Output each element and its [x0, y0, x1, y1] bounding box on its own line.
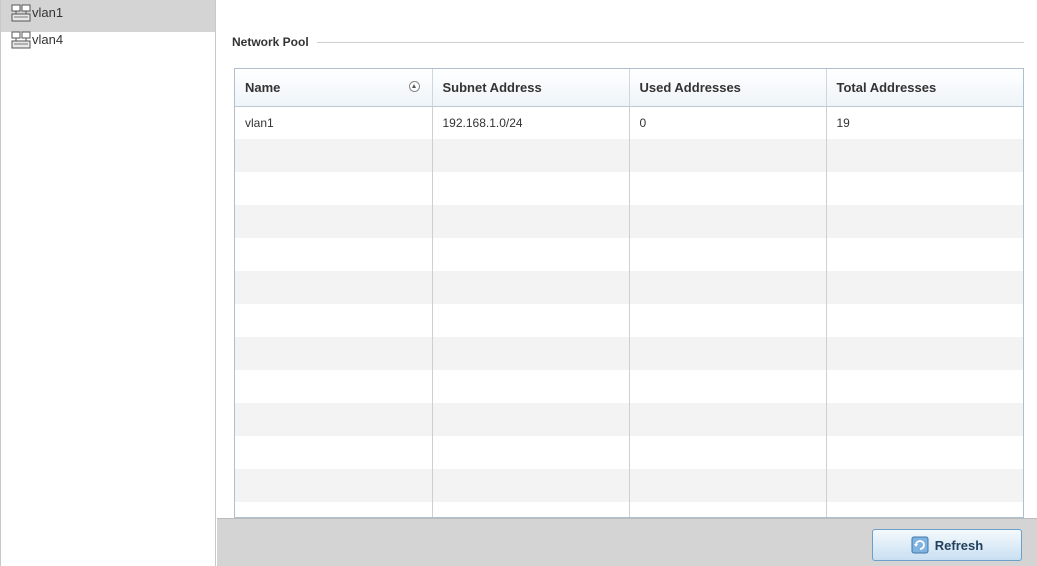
refresh-icon	[911, 536, 929, 554]
cell-used-addresses: 0	[629, 106, 827, 139]
empty-row	[235, 403, 1023, 436]
sidebar-item-vlan4[interactable]: vlan4	[1, 27, 215, 59]
cell-total-addresses: 19	[836, 115, 850, 130]
network-icon	[11, 31, 31, 49]
footer-bar: Refresh	[217, 518, 1037, 566]
empty-row	[235, 469, 1023, 502]
empty-row	[235, 436, 1023, 469]
empty-row	[235, 172, 1023, 205]
main-panel: Network Pool Name Subnet Address Used Ad…	[217, 0, 1037, 566]
empty-row	[235, 271, 1023, 304]
empty-row	[235, 370, 1023, 403]
cell-name: vlan1	[235, 106, 433, 139]
sort-ascending-icon[interactable]	[408, 81, 420, 92]
group-title: Network Pool	[232, 35, 309, 49]
network-pool-group: Network Pool	[232, 33, 1024, 51]
empty-row	[235, 304, 1023, 337]
column-header-used-addresses[interactable]: Used Addresses	[629, 69, 827, 107]
table-row[interactable]: vlan1 192.168.1.0/24 0 19	[235, 106, 1023, 139]
refresh-button[interactable]: Refresh	[872, 529, 1022, 561]
network-pool-table: Name Subnet Address Used Addresses Total…	[234, 68, 1024, 518]
empty-row	[235, 502, 1023, 517]
sidebar-item-label: vlan1	[32, 5, 64, 20]
column-header-total-addresses[interactable]: Total Addresses	[826, 69, 1023, 107]
column-header-name[interactable]: Name	[235, 69, 433, 107]
refresh-label: Refresh	[934, 537, 984, 553]
empty-row	[235, 205, 1023, 238]
network-icon	[11, 4, 31, 22]
empty-row	[235, 139, 1023, 172]
column-header-subnet-address[interactable]: Subnet Address	[432, 69, 630, 107]
group-divider	[316, 41, 1024, 43]
empty-row	[235, 337, 1023, 370]
cell-subnet-address: 192.168.1.0/24	[432, 106, 630, 139]
sidebar-item-label: vlan4	[32, 32, 64, 47]
empty-row	[235, 238, 1023, 271]
sidebar-tree: vlan1 vlan4	[0, 0, 216, 566]
table-header-row: Name Subnet Address Used Addresses Total…	[235, 69, 1023, 107]
